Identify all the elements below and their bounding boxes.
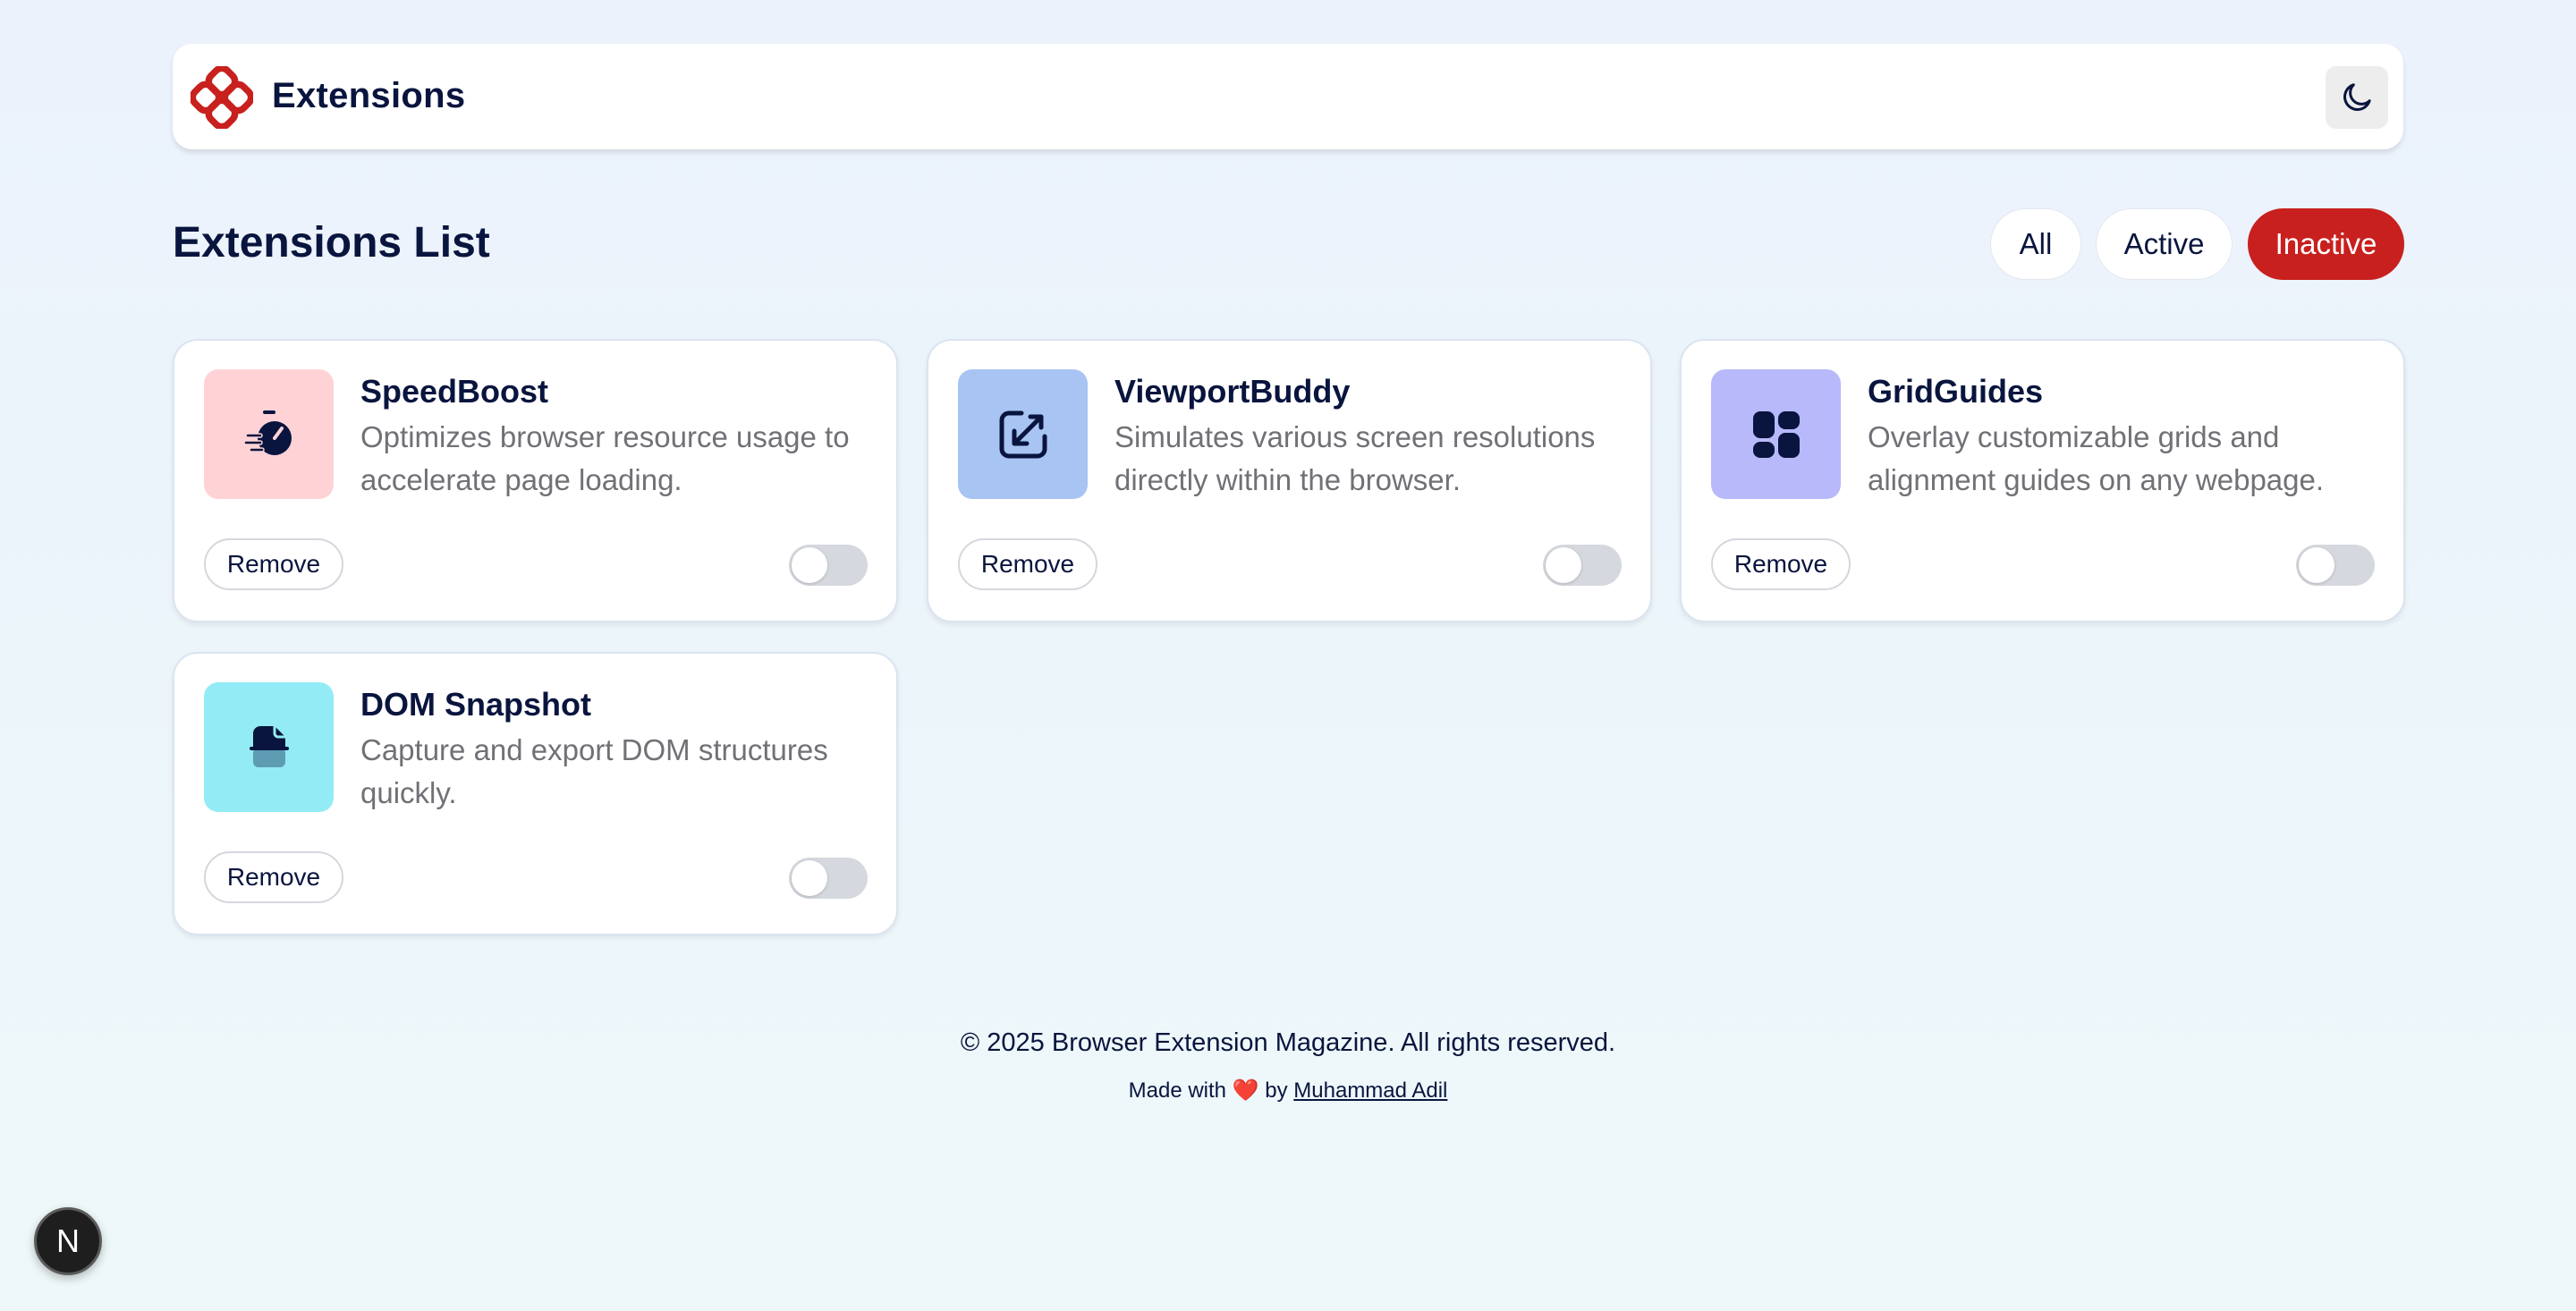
top-header: Extensions	[173, 44, 2403, 149]
footer-credit: Made with ❤️ by Muhammad Adil	[0, 1078, 2576, 1104]
extension-name: DOM Snapshot	[360, 686, 591, 723]
enable-toggle[interactable]	[1543, 545, 1622, 586]
enable-toggle[interactable]	[2296, 545, 2375, 586]
moon-icon	[2343, 83, 2371, 111]
filter-inactive-button[interactable]: Inactive	[2248, 208, 2404, 280]
remove-button[interactable]: Remove	[1711, 538, 1851, 590]
extension-card-dom-snapshot: DOM Snapshot Capture and export DOM stru…	[173, 652, 898, 935]
page-title: Extensions List	[173, 219, 490, 266]
by-text: by	[1265, 1078, 1288, 1103]
toggle-knob	[792, 547, 827, 583]
filter-active-button[interactable]: Active	[2096, 208, 2233, 280]
document-stack-icon	[204, 682, 334, 812]
extension-card-viewportbuddy: ViewportBuddy Simulates various screen r…	[927, 339, 1652, 622]
extension-description: Capture and export DOM structures quickl…	[360, 733, 828, 809]
footer-copyright: © 2025 Browser Extension Magazine. All r…	[960, 1028, 1616, 1057]
extension-name: ViewportBuddy	[1114, 373, 1351, 410]
resize-arrow-icon	[958, 369, 1088, 499]
nextjs-dev-badge[interactable]: N	[34, 1207, 102, 1275]
heart-icon: ❤️	[1232, 1078, 1259, 1103]
extension-card-speedboost: SpeedBoost Optimizes browser resource us…	[173, 339, 898, 622]
extension-card-gridguides: GridGuides Overlay customizable grids an…	[1680, 339, 2405, 622]
toggle-knob	[2299, 547, 2334, 583]
enable-toggle[interactable]	[789, 858, 868, 899]
remove-button[interactable]: Remove	[204, 851, 343, 903]
toggle-knob	[1546, 547, 1581, 583]
extension-description: Overlay customizable grids and alignment…	[1868, 420, 2325, 496]
extension-description: Optimizes browser resource usage to acce…	[360, 420, 850, 496]
stopwatch-icon	[204, 369, 334, 499]
extension-name: SpeedBoost	[360, 373, 549, 410]
brand-name: Extensions	[272, 76, 466, 115]
grid-layout-icon	[1711, 369, 1841, 499]
extension-description: Simulates various screen resolutions dir…	[1114, 420, 1596, 496]
extension-name: GridGuides	[1868, 373, 2044, 410]
theme-toggle-button[interactable]	[2326, 66, 2388, 129]
enable-toggle[interactable]	[789, 545, 868, 586]
filter-all-button[interactable]: All	[1990, 208, 2081, 280]
remove-button[interactable]: Remove	[958, 538, 1097, 590]
author-link[interactable]: Muhammad Adil	[1293, 1078, 1447, 1103]
remove-button[interactable]: Remove	[204, 538, 343, 590]
made-with-text: Made with	[1128, 1078, 1227, 1103]
next-logo-letter: N	[56, 1222, 80, 1259]
flower-knot-icon	[189, 64, 255, 131]
toggle-knob	[792, 860, 827, 896]
